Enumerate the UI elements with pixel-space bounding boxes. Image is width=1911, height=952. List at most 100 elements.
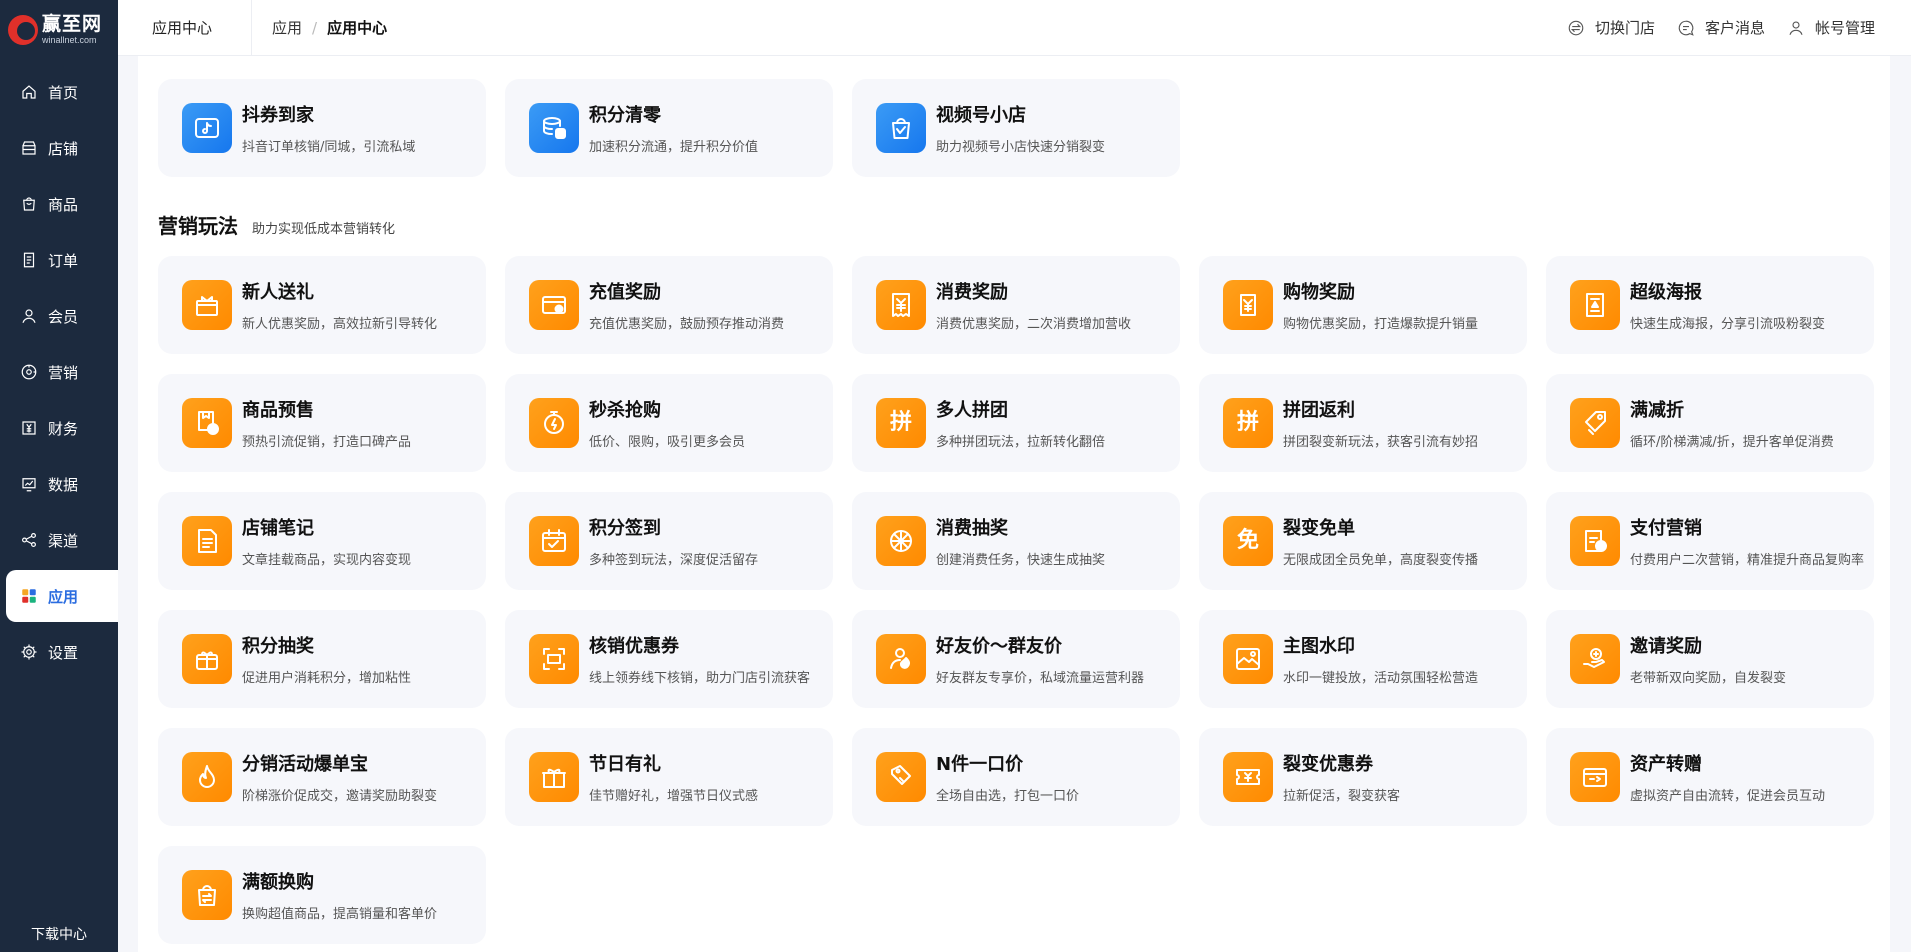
- app-card[interactable]: 拼 拼团返利 拼团裂变新玩法，获客引流有妙招: [1199, 374, 1527, 472]
- app-card[interactable]: 商品预售 预热引流促销，打造口碑产品: [158, 374, 486, 472]
- douyin-ticket-icon: [182, 103, 232, 153]
- app-description: 付费用户二次营销，精准提升商品复购率: [1630, 553, 1865, 568]
- app-card[interactable]: 消费奖励 消费优惠奖励，二次消费增加营收: [852, 256, 1180, 354]
- icon-glyph: 免: [1236, 528, 1259, 553]
- app-card[interactable]: 资产转赠 虚拟资产自由流转，促进会员互动: [1546, 728, 1874, 826]
- account-management-button[interactable]: 帐号管理: [1787, 17, 1875, 38]
- app-card[interactable]: 免 裂变免单 无限成团全员免单，高度裂变传播: [1199, 492, 1527, 590]
- sidebar-item-3[interactable]: 订单: [6, 234, 112, 286]
- sidebar-item-6[interactable]: 财务: [6, 402, 112, 454]
- invite-reward-icon: [1570, 634, 1620, 684]
- account-icon: [1789, 20, 1803, 35]
- app-title: 多人拼团: [936, 400, 1008, 421]
- coins-stack-icon: [529, 103, 579, 153]
- app-card[interactable]: 抖券到家 抖音订单核销/同城，引流私域: [158, 79, 486, 177]
- app-title: 积分抽奖: [242, 636, 314, 657]
- store-icon: [20, 139, 38, 157]
- gift-box-icon: [529, 752, 579, 802]
- app-title: 店铺笔记: [242, 518, 314, 539]
- app-card[interactable]: 积分抽奖促进用户消耗积分，增加粘性: [158, 610, 486, 708]
- app-card[interactable]: 分销活动爆单宝 阶梯涨价促成交，邀请奖励助裂变: [158, 728, 486, 826]
- app-card[interactable]: 满额换购 换购超值商品，提高销量和客单价: [158, 846, 486, 944]
- app-description: 促进用户消耗积分，增加粘性: [242, 671, 412, 686]
- switch-store-label: 切换门店: [1594, 19, 1655, 37]
- app-title: 满额换购: [242, 872, 314, 893]
- sidebar-item-10[interactable]: 设置: [6, 626, 112, 678]
- app-description: 快速生成海报，分享引流吸粉裂变: [1630, 317, 1826, 332]
- app-title: 商品预售: [242, 400, 314, 421]
- app-description: 全场自由选，打包一口价: [936, 789, 1080, 804]
- app-card[interactable]: 积分清零 加速积分流通，提升积分价值: [505, 79, 833, 177]
- app-card[interactable]: 主图水印 水印一键投放，活动氛围轻松营造: [1199, 610, 1527, 708]
- main-content: 抖券到家 抖音订单核销/同城，引流私域 积分清零 加速积分流通，提升积分价值 视频号小店…: [118, 56, 1911, 952]
- sidebar-item-9[interactable]: 应用: [6, 570, 118, 622]
- app-description: 拼团裂变新玩法，获客引流有妙招: [1283, 435, 1479, 450]
- app-title: 积分清零: [589, 105, 661, 126]
- yuan-icon: [20, 419, 38, 437]
- app-description: 文章挂载商品，实现内容变现: [242, 553, 412, 568]
- app-card[interactable]: 支付营销付费用户二次营销，精准提升商品复购率: [1546, 492, 1874, 590]
- sidebar-item-label: 店铺: [48, 139, 79, 158]
- app-description: 阶梯涨价促成交，邀请奖励助裂变: [242, 789, 438, 804]
- pay-marketing-icon: [1570, 516, 1620, 566]
- sidebar-item-2[interactable]: 商品: [6, 178, 112, 230]
- sidebar-item-5[interactable]: 营销: [6, 346, 112, 398]
- app-card[interactable]: 好友价～群友价 好友群友专享价，私域流量运营利器: [852, 610, 1180, 708]
- app-description: 循环/阶梯满减/折，提升客单促消费: [1630, 435, 1834, 450]
- app-card[interactable]: 节日有礼 佳节赠好礼，增强节日仪式感: [505, 728, 833, 826]
- app-title: 满减折: [1630, 400, 1684, 421]
- chart-icon: [20, 475, 38, 493]
- app-description: 创建消费任务，快速生成抽奖: [936, 553, 1106, 568]
- logo[interactable]: 赢至网 winallnet.com: [0, 0, 118, 60]
- download-center-link[interactable]: 下载中心: [0, 916, 118, 952]
- sidebar-item-1[interactable]: 店铺: [6, 122, 112, 174]
- breadcrumb-item-apps[interactable]: 应用: [272, 17, 302, 38]
- app-description: 拉新促活，裂变获客: [1283, 789, 1401, 804]
- section-subtitle: 助力实现低成本营销转化: [252, 222, 396, 237]
- app-card[interactable]: 购物奖励 购物优惠奖励，打造爆款提升销量: [1199, 256, 1527, 354]
- flash-timer-icon: [529, 398, 579, 448]
- gear-icon: [20, 643, 38, 661]
- friend-price-icon: [876, 634, 926, 684]
- sidebar-item-4[interactable]: 会员: [6, 290, 112, 342]
- app-card[interactable]: 核销优惠券 线上领券线下核销，助力门店引流获客: [505, 610, 833, 708]
- app-card[interactable]: 邀请奖励 老带新双向奖励，自发裂变: [1546, 610, 1874, 708]
- customer-message-button[interactable]: 客户消息: [1677, 17, 1765, 38]
- presale-clock-icon: [182, 398, 232, 448]
- app-title: 核销优惠券: [589, 636, 679, 657]
- app-card[interactable]: 秒杀抢购低价、限购，吸引更多会员: [505, 374, 833, 472]
- recharge-card-icon: [529, 280, 579, 330]
- app-description: 低价、限购，吸引更多会员: [589, 435, 746, 450]
- discount-tag-icon: [1570, 398, 1620, 448]
- poster-icon: [1570, 280, 1620, 330]
- app-card[interactable]: 拼 多人拼团 多种拼团玩法，拉新转化翻倍: [852, 374, 1180, 472]
- app-title: 新人送礼: [242, 282, 314, 303]
- app-description: 老带新双向奖励，自发裂变: [1630, 671, 1787, 686]
- order-icon: [20, 251, 38, 269]
- sidebar-item-label: 订单: [48, 251, 79, 270]
- app-card[interactable]: 裂变优惠券拉新促活，裂变获客: [1199, 728, 1527, 826]
- app-card[interactable]: 满减折循环/阶梯满减/折，提升客单促消费: [1546, 374, 1874, 472]
- switch-store-button[interactable]: 切换门店: [1567, 17, 1655, 38]
- app-card[interactable]: 超级海报 快速生成海报，分享引流吸粉裂变: [1546, 256, 1874, 354]
- lottery-wheel-icon: [876, 516, 926, 566]
- app-card[interactable]: 充值奖励 充值优惠奖励，鼓励预存推动消费: [505, 256, 833, 354]
- app-card[interactable]: 店铺笔记文章挂载商品，实现内容变现: [158, 492, 486, 590]
- app-card[interactable]: N件一口价 全场自由选，打包一口价: [852, 728, 1180, 826]
- app-description: 多种签到玩法，深度促活留存: [589, 553, 759, 568]
- breadcrumb: 应用 / 应用中心: [252, 17, 387, 38]
- app-card[interactable]: 视频号小店 助力视频号小店快速分销裂变: [852, 79, 1180, 177]
- app-card[interactable]: 消费抽奖 创建消费任务，快速生成抽奖: [852, 492, 1180, 590]
- app-title: 裂变优惠券: [1283, 754, 1373, 775]
- app-title: 支付营销: [1630, 518, 1702, 539]
- sidebar-item-0[interactable]: 首页: [6, 66, 112, 118]
- app-card[interactable]: 积分签到 多种签到玩法，深度促活留存: [505, 492, 833, 590]
- sidebar-item-8[interactable]: 渠道: [6, 514, 112, 566]
- fire-icon: [182, 752, 232, 802]
- app-card[interactable]: 新人送礼 新人优惠奖励，高效拉新引导转化: [158, 256, 486, 354]
- sidebar-item-7[interactable]: 数据: [6, 458, 112, 510]
- points-lottery-icon: [182, 634, 232, 684]
- sidebar-nav: 首页店铺商品订单会员 营销 财务 数据 渠道 应用 设置: [0, 66, 118, 678]
- topbar: 应用中心 应用 / 应用中心 切换门店 客户消息 帐号管理: [118, 0, 1911, 56]
- app-title: 秒杀抢购: [589, 400, 661, 421]
